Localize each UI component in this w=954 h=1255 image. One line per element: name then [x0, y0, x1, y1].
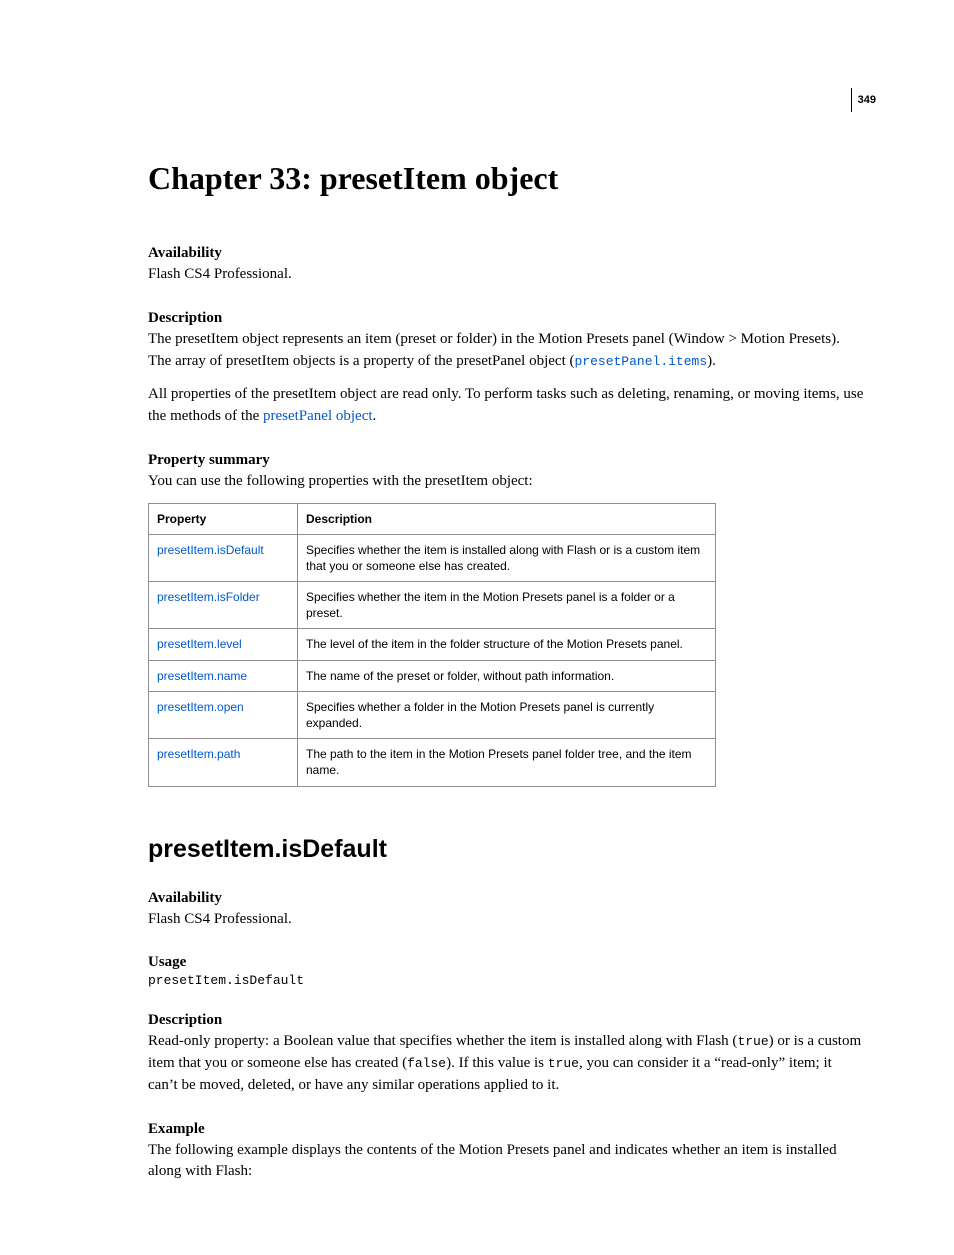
page-number: 349: [858, 94, 876, 106]
code-false: false: [407, 1056, 446, 1071]
property-link[interactable]: presetItem.level: [149, 629, 298, 660]
chapter-title: Chapter 33: presetItem object: [148, 160, 864, 197]
usage-heading: Usage: [148, 954, 864, 971]
table-row: presetItem.name The name of the preset o…: [149, 660, 716, 691]
property-link[interactable]: presetItem.name: [149, 660, 298, 691]
description-paragraph: Read-only property: a Boolean value that…: [148, 1031, 864, 1096]
description-paragraph-2: All properties of the presetItem object …: [148, 384, 864, 428]
table-row: presetItem.isDefault Specifies whether t…: [149, 534, 716, 581]
availability-body: Flash CS4 Professional.: [148, 909, 864, 931]
example-body: The following example displays the conte…: [148, 1140, 864, 1184]
table-header-row: Property Description: [149, 503, 716, 534]
description-heading: Description: [148, 1012, 864, 1029]
document-page: 349 Chapter 33: presetItem object Availa…: [0, 0, 954, 1255]
property-summary-table: Property Description presetItem.isDefaul…: [148, 503, 716, 787]
description-paragraph-1: The presetItem object represents an item…: [148, 329, 864, 373]
table-row: presetItem.path The path to the item in …: [149, 739, 716, 786]
table-row: presetItem.open Specifies whether a fold…: [149, 691, 716, 738]
link-presetpanel-object[interactable]: presetPanel object: [263, 408, 373, 424]
text: All properties of the presetItem object …: [148, 386, 863, 424]
property-description: The name of the preset or folder, withou…: [298, 660, 716, 691]
property-summary-intro: You can use the following properties wit…: [148, 471, 864, 493]
text: ).: [707, 353, 716, 369]
property-link[interactable]: presetItem.open: [149, 691, 298, 738]
col-property: Property: [149, 503, 298, 534]
usage-code: presetItem.isDefault: [148, 973, 864, 988]
availability-heading: Availability: [148, 245, 864, 262]
code-true: true: [548, 1056, 579, 1071]
property-description: Specifies whether the item is installed …: [298, 534, 716, 581]
property-description: Specifies whether the item in the Motion…: [298, 582, 716, 629]
text: .: [373, 408, 377, 424]
property-summary-heading: Property summary: [148, 452, 864, 469]
text: ). If this value is: [446, 1055, 548, 1071]
property-link[interactable]: presetItem.isFolder: [149, 582, 298, 629]
availability-body: Flash CS4 Professional.: [148, 264, 864, 286]
description-heading: Description: [148, 310, 864, 327]
property-description: The level of the item in the folder stru…: [298, 629, 716, 660]
property-description: The path to the item in the Motion Prese…: [298, 739, 716, 786]
property-link[interactable]: presetItem.path: [149, 739, 298, 786]
table-row: presetItem.level The level of the item i…: [149, 629, 716, 660]
property-description: Specifies whether a folder in the Motion…: [298, 691, 716, 738]
example-heading: Example: [148, 1121, 864, 1138]
col-description: Description: [298, 503, 716, 534]
page-number-wrap: 349: [851, 88, 876, 112]
text: Read-only property: a Boolean value that…: [148, 1033, 737, 1049]
availability-heading: Availability: [148, 890, 864, 907]
table-row: presetItem.isFolder Specifies whether th…: [149, 582, 716, 629]
code-true: true: [737, 1034, 768, 1049]
property-link[interactable]: presetItem.isDefault: [149, 534, 298, 581]
text: The presetItem object represents an item…: [148, 331, 840, 369]
section-title: presetItem.isDefault: [148, 835, 864, 864]
code-link-presetpanel-items[interactable]: presetPanel.items: [575, 354, 708, 369]
